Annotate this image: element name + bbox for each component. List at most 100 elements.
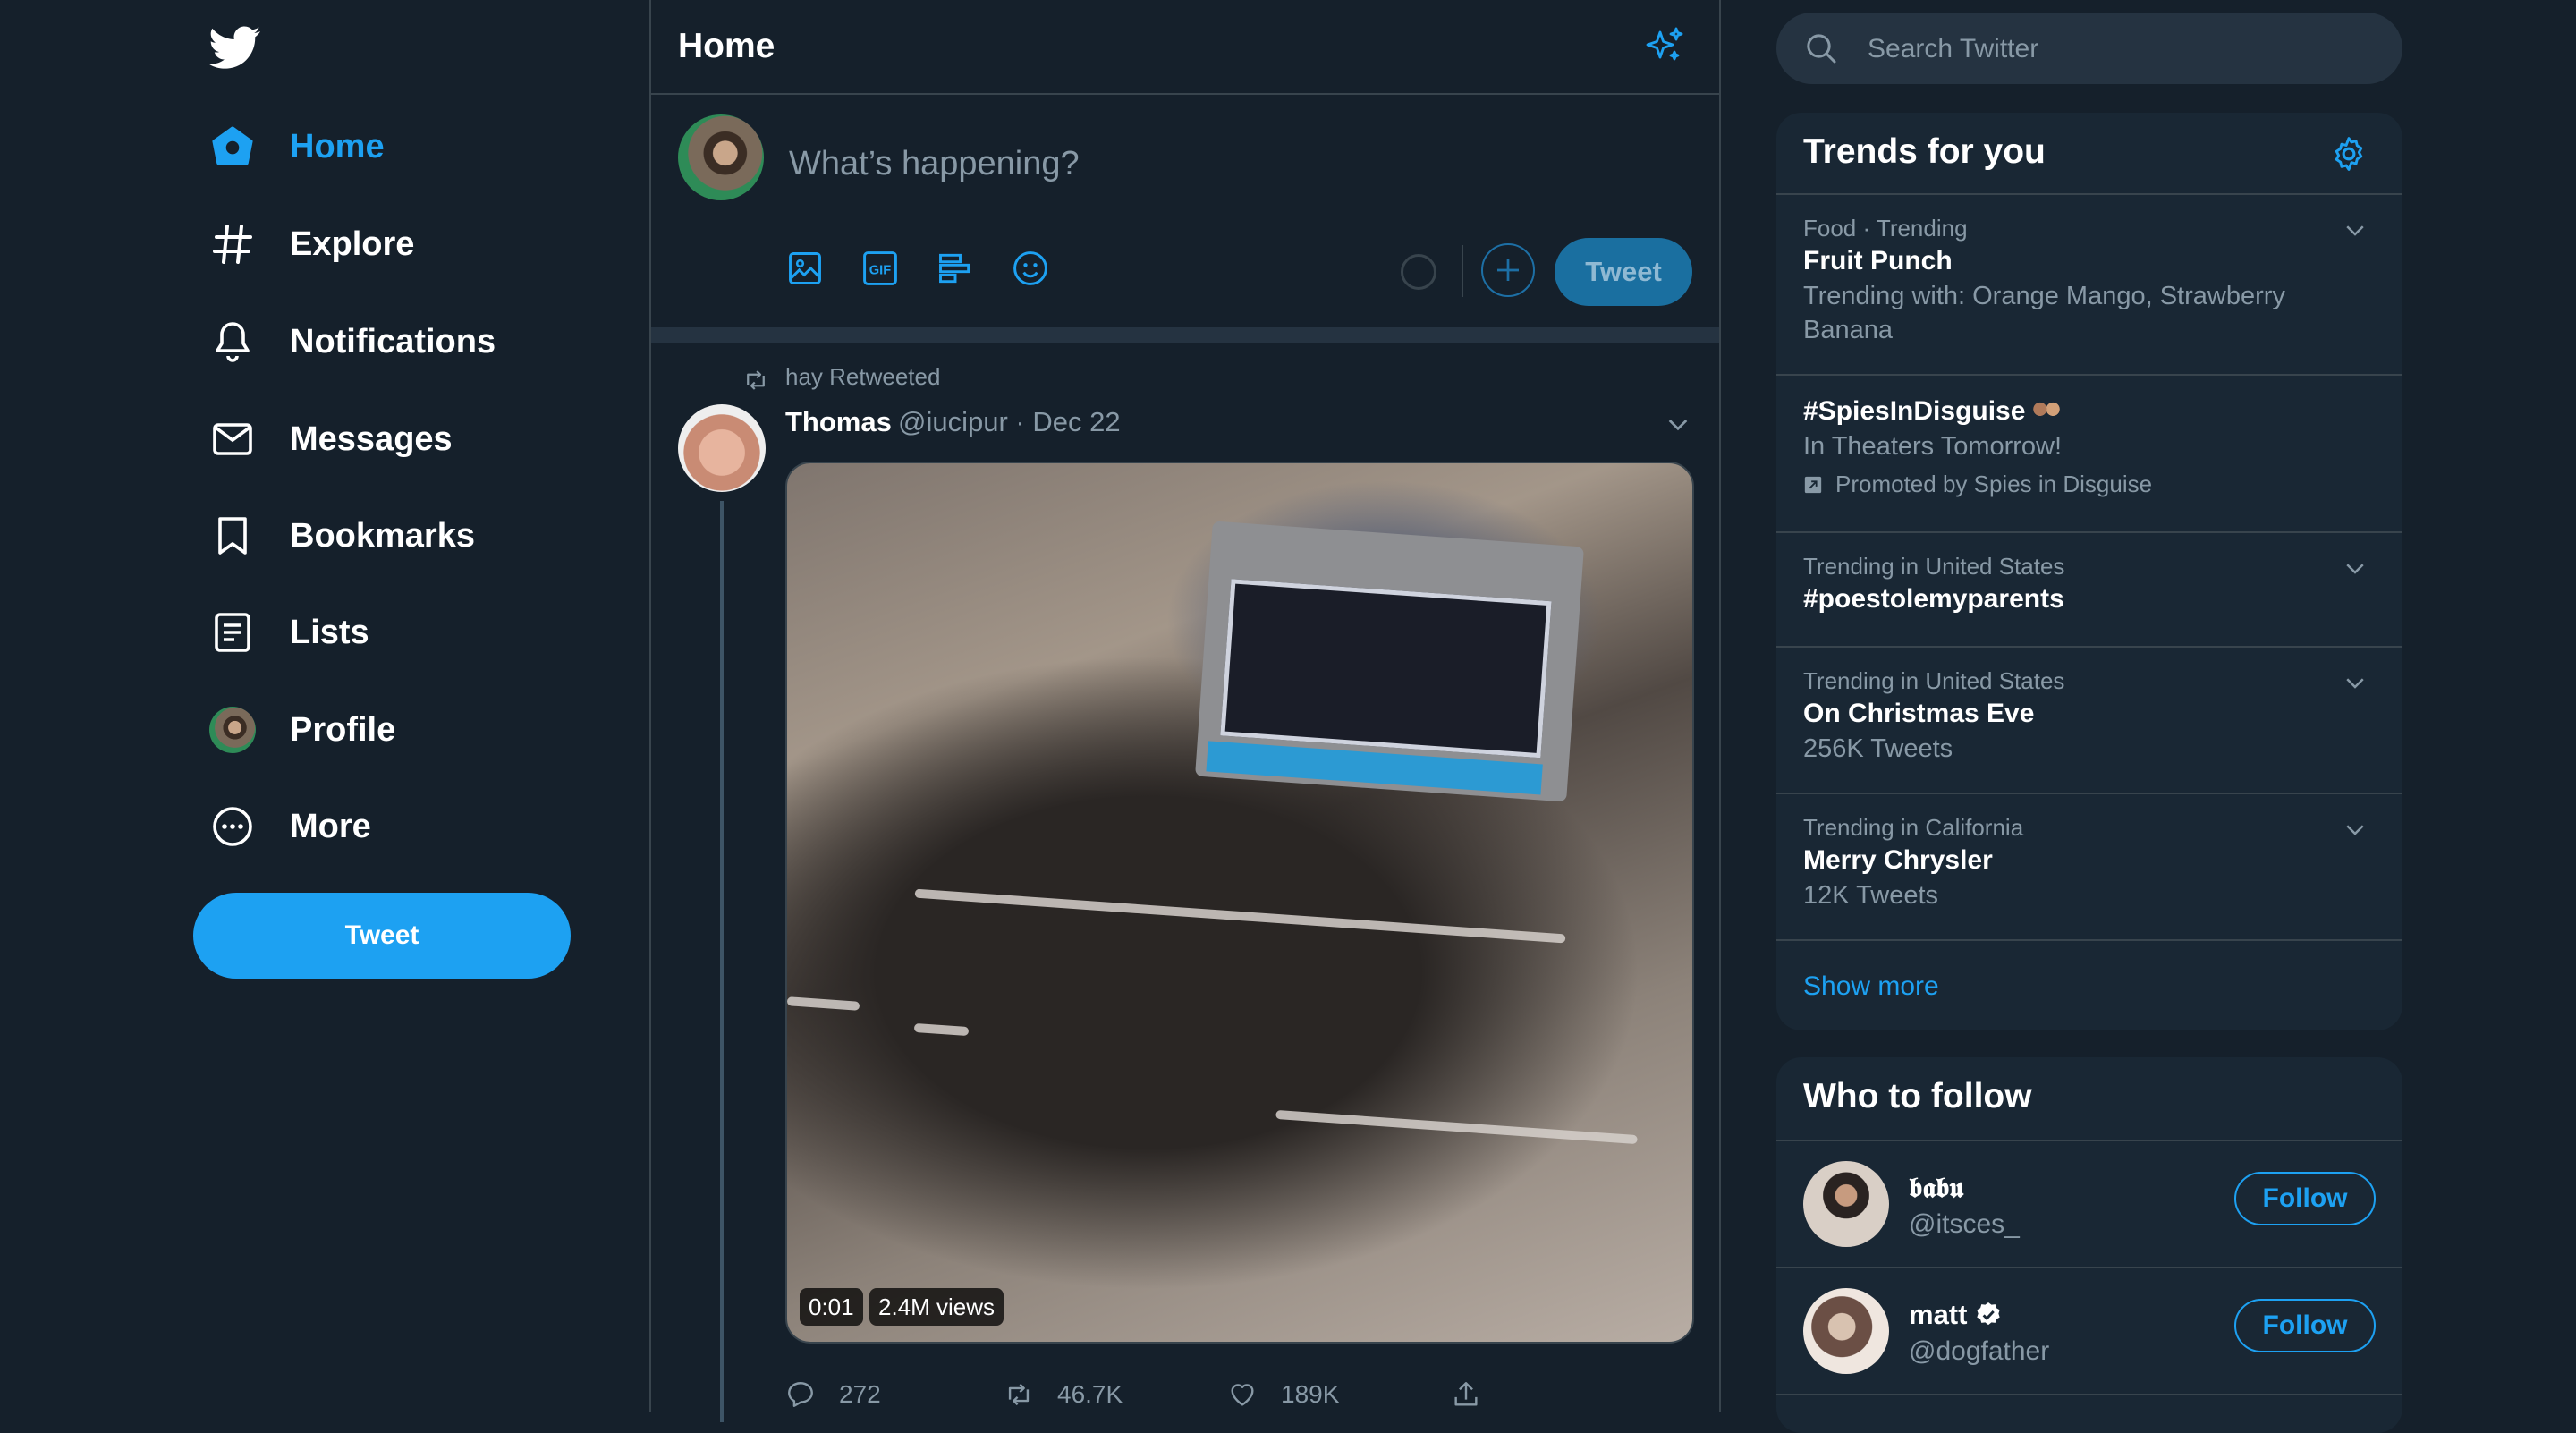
follow-suggestion[interactable]: matt @dogfather Follow	[1776, 1268, 2402, 1395]
timeline: Home GIF Tweet hay Retweeted	[649, 0, 1721, 1422]
sidebar-item-label: Messages	[290, 420, 453, 458]
list-icon	[209, 609, 256, 656]
chevron-down-icon[interactable]	[2342, 216, 2368, 243]
page-title: Home	[678, 27, 775, 65]
avatar	[209, 707, 256, 753]
sidebar-item-home[interactable]: Home	[209, 111, 385, 182]
search-bar[interactable]	[1776, 13, 2402, 84]
retweet-icon	[742, 367, 769, 394]
who-to-follow-title: Who to follow	[1803, 1077, 2032, 1115]
trends-title: Trends for you	[1803, 132, 2046, 171]
video-frame-screen	[1194, 521, 1584, 801]
sidebar-item-messages[interactable]: Messages	[209, 403, 453, 475]
sidebar-item-explore[interactable]: Explore	[209, 208, 414, 280]
sidebar-item-label: Lists	[290, 613, 369, 651]
video-time-badge: 0:01	[800, 1288, 863, 1326]
trend-item[interactable]: Trending in United States On Christmas E…	[1776, 648, 2402, 794]
home-icon	[209, 123, 256, 170]
search-icon	[1803, 30, 1839, 66]
trend-item-promoted[interactable]: #SpiesInDisguise In Theaters Tomorrow! P…	[1776, 376, 2402, 533]
tweet-button[interactable]: Tweet	[193, 893, 571, 979]
sidebar-item-profile[interactable]: Profile	[209, 694, 395, 766]
who-to-follow-panel: Who to follow 𝖇𝖆𝖇𝖚 @itsces_ Follow matt …	[1776, 1057, 2402, 1433]
sidebar-item-label: Notifications	[290, 322, 496, 360]
divider	[651, 327, 1719, 343]
gear-icon[interactable]	[2329, 134, 2368, 174]
timeline-header: Home	[651, 0, 1719, 95]
like-count: 189K	[1281, 1380, 1340, 1408]
show-more-link[interactable]: Show more	[1776, 941, 2402, 1030]
avatar[interactable]	[678, 114, 764, 200]
retweet-count: 46.7K	[1057, 1380, 1123, 1408]
reply-button[interactable]: 272	[785, 1379, 881, 1410]
retweeted-by-label: hay Retweeted	[785, 363, 941, 390]
hashflag-icon	[2030, 400, 2063, 423]
trend-item[interactable]: Trending in California Merry Chrysler 12…	[1776, 794, 2402, 941]
retweet-icon	[1004, 1379, 1034, 1410]
emoji-icon[interactable]	[1011, 249, 1052, 290]
character-counter	[1401, 254, 1436, 290]
compose-box: GIF Tweet	[651, 95, 1719, 327]
envelope-icon	[209, 416, 256, 462]
sidebar-item-label: Explore	[290, 225, 415, 263]
promoted-label: Promoted by Spies in Disguise	[1803, 471, 2376, 498]
sidebar-item-more[interactable]: More	[209, 791, 371, 862]
svg-text:GIF: GIF	[869, 263, 891, 277]
more-icon	[209, 803, 256, 850]
gif-icon[interactable]: GIF	[860, 249, 902, 290]
verified-badge-icon	[1974, 1301, 2003, 1329]
twitter-logo-icon[interactable]	[209, 21, 261, 73]
chevron-down-icon[interactable]	[1664, 410, 1692, 438]
image-icon[interactable]	[785, 249, 826, 290]
follow-suggestion[interactable]: 𝖇𝖆𝖇𝖚 @itsces_ Follow	[1776, 1141, 2402, 1268]
tweet[interactable]: hay Retweeted Thomas @iucipur · Dec 22 0…	[651, 343, 1719, 1422]
add-thread-button[interactable]	[1481, 243, 1535, 297]
like-button[interactable]: 189K	[1227, 1379, 1339, 1410]
share-icon	[1451, 1379, 1481, 1410]
sidebar-item-lists[interactable]: Lists	[209, 597, 369, 668]
bookmark-icon	[209, 513, 256, 559]
chevron-down-icon[interactable]	[2342, 669, 2368, 696]
trend-item[interactable]: Trending in United States #poestolemypar…	[1776, 533, 2402, 648]
compose-tweet-button[interactable]: Tweet	[1555, 238, 1692, 306]
trends-panel: Trends for you Food · Trending Fruit Pun…	[1776, 113, 2402, 1030]
sidebar-item-label: Profile	[290, 710, 396, 749]
bell-icon	[209, 318, 256, 365]
trend-item[interactable]: Food · Trending Fruit Punch Trending wit…	[1776, 195, 2402, 376]
chevron-down-icon[interactable]	[2342, 555, 2368, 581]
avatar[interactable]	[1803, 1288, 1889, 1374]
tweet-actions: 272 46.7K 189K	[785, 1379, 1694, 1415]
share-button[interactable]	[1451, 1379, 1504, 1410]
user-name[interactable]: matt	[1909, 1299, 2003, 1331]
video-views-badge: 2.4M views	[869, 1288, 1004, 1326]
tweet-author-handle[interactable]: @iucipur · Dec 22	[898, 406, 1121, 438]
promoted-icon	[1803, 475, 1823, 495]
follow-button[interactable]: Follow	[2234, 1299, 2376, 1352]
sidebar-item-label: Bookmarks	[290, 516, 475, 555]
sidebar-nav: Home Explore Notifications Messages Book…	[188, 0, 608, 1412]
plus-icon	[1497, 259, 1519, 281]
reply-icon	[785, 1379, 816, 1410]
hashtag-icon	[209, 221, 256, 267]
reply-count: 272	[839, 1380, 881, 1408]
follow-button[interactable]: Follow	[2234, 1172, 2376, 1225]
compose-input[interactable]	[787, 136, 1596, 191]
divider	[1462, 245, 1463, 297]
search-input[interactable]	[1866, 21, 2370, 77]
user-handle: @itsces_	[1909, 1209, 2020, 1239]
user-handle: @dogfather	[1909, 1336, 2050, 1366]
avatar[interactable]	[1803, 1161, 1889, 1247]
sparkle-icon[interactable]	[1644, 25, 1687, 68]
sidebar-item-bookmarks[interactable]: Bookmarks	[209, 500, 475, 572]
sidebar-item-notifications[interactable]: Notifications	[209, 306, 496, 377]
retweet-button[interactable]: 46.7K	[1004, 1379, 1123, 1410]
sidebar-item-label: More	[290, 807, 371, 845]
heart-icon	[1227, 1379, 1258, 1410]
tweet-video[interactable]: 0:01 2.4M views	[785, 462, 1694, 1344]
sidebar-item-label: Home	[290, 127, 385, 165]
poll-icon[interactable]	[936, 249, 977, 290]
chevron-down-icon[interactable]	[2342, 816, 2368, 843]
avatar[interactable]	[678, 404, 766, 492]
user-name[interactable]: 𝖇𝖆𝖇𝖚	[1909, 1172, 1963, 1205]
tweet-author-name[interactable]: Thomas	[785, 406, 892, 438]
